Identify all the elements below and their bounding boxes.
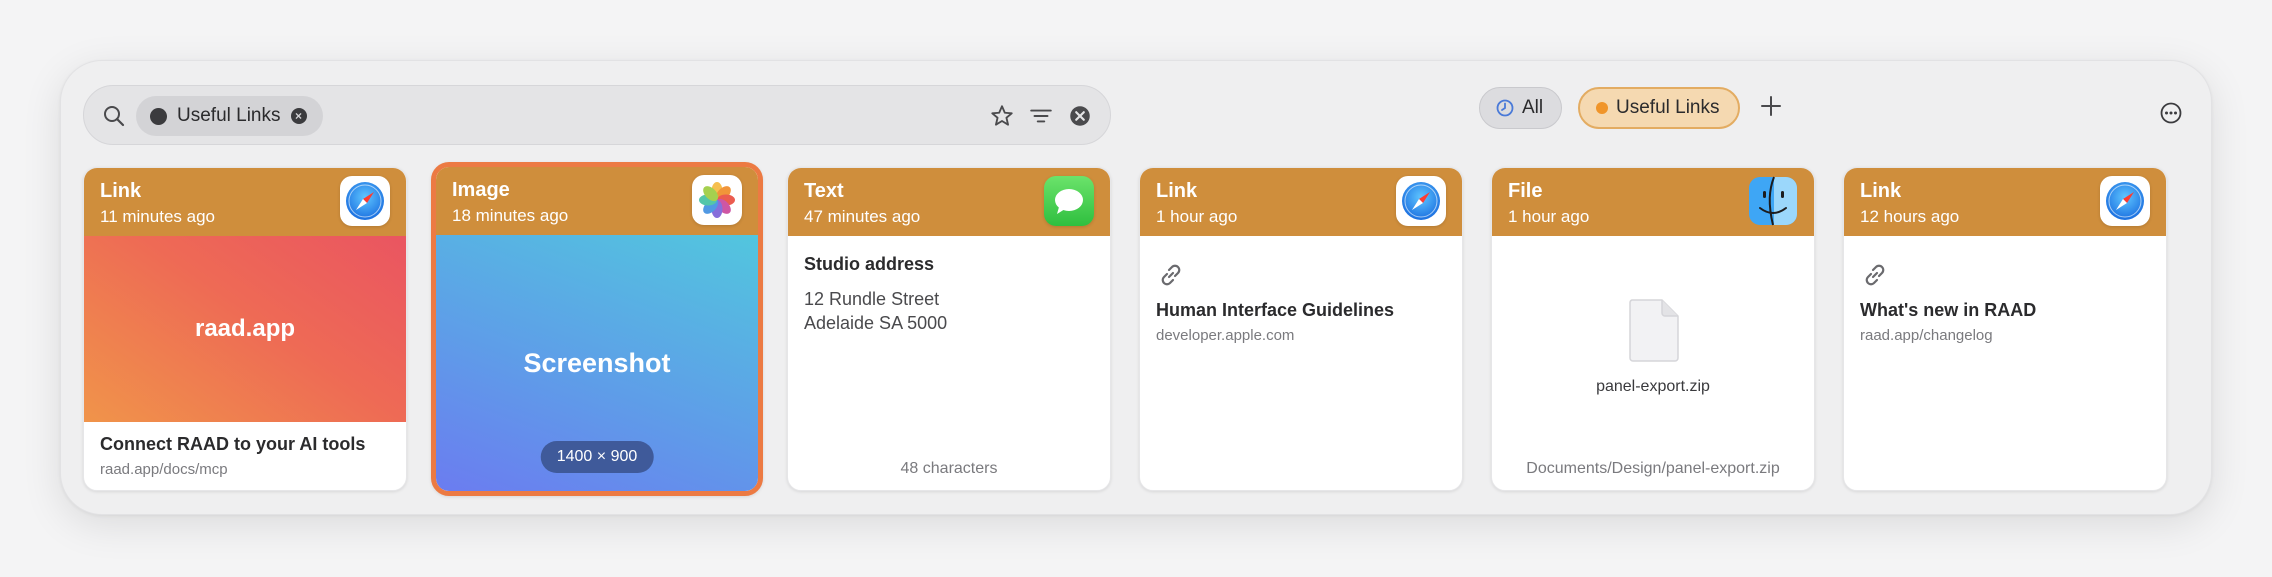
text-body: Studio address 12 Rundle Street Adelaide…: [788, 236, 1110, 490]
file-body: panel-export.zip Documents/Design/panel-…: [1492, 236, 1814, 490]
filter-all-button[interactable]: All: [1479, 87, 1563, 129]
tag-dot-icon: [150, 107, 167, 125]
link-title: What's new in RAAD: [1860, 300, 2037, 320]
photos-icon: [692, 175, 742, 225]
link-body: Human Interface Guidelines developer.app…: [1140, 236, 1462, 490]
filter-all-label: All: [1522, 97, 1544, 118]
clock-icon: [1496, 99, 1514, 117]
link-preview-image: raad.app: [84, 236, 406, 422]
orange-dot-icon: [1596, 102, 1608, 114]
link-icon: [1865, 264, 1885, 286]
filter-icon[interactable]: [1028, 103, 1054, 129]
messages-icon: [1044, 176, 1094, 226]
clipboard-panel: Useful Links × All Useful Links Link 11 …: [60, 60, 2212, 515]
search-icon: [104, 106, 125, 127]
text-line-2: Adelaide SA 5000: [804, 313, 948, 333]
link-preview-text: raad.app: [194, 315, 296, 342]
search-tag-chip[interactable]: Useful Links ×: [136, 96, 323, 136]
card-header: Link 11 minutes ago: [84, 168, 406, 236]
card-footer: Connect RAAD to your AI tools raad.app/d…: [84, 422, 406, 490]
image-dimensions-badge: 1400 × 900: [540, 441, 654, 473]
text-title: Studio address: [804, 254, 935, 274]
add-filter-icon[interactable]: [1757, 92, 1785, 120]
image-preview: Screenshot 1400 × 900: [436, 235, 758, 491]
link-url: raad.app/changelog: [1860, 327, 1993, 344]
document-icon: [1629, 299, 1679, 362]
filter-useful-links-label: Useful Links: [1616, 97, 1720, 118]
clip-card-image[interactable]: Image 18 minutes ago Screenshot 1400 × 9…: [431, 162, 763, 496]
image-preview-text: Screenshot: [523, 347, 671, 378]
card-header: File 1 hour ago: [1492, 168, 1814, 236]
clear-search-icon[interactable]: [1067, 103, 1093, 129]
card-header: Text 47 minutes ago: [788, 168, 1110, 236]
remove-tag-icon[interactable]: ×: [290, 108, 307, 124]
link-body: What's new in RAAD raad.app/changelog: [1844, 236, 2166, 490]
clip-card-link[interactable]: Link 12 hours ago What's new in RAAD raa…: [1843, 167, 2167, 491]
character-count: 48 characters: [900, 460, 998, 477]
link-url: developer.apple.com: [1156, 327, 1295, 344]
star-icon[interactable]: [989, 103, 1015, 129]
clip-card-link[interactable]: Link 1 hour ago Human Interface Guidelin…: [1139, 167, 1463, 491]
card-header: Image 18 minutes ago: [436, 167, 758, 235]
safari-icon: [2100, 176, 2150, 226]
text-line-1: 12 Rundle Street: [804, 289, 940, 309]
clip-card-link[interactable]: Link 11 minutes ago raad.app Connect RAA…: [83, 167, 407, 491]
filter-useful-links-button[interactable]: Useful Links: [1578, 87, 1740, 129]
safari-icon: [340, 176, 390, 226]
file-name: panel-export.zip: [1596, 378, 1710, 395]
more-options-icon[interactable]: [2159, 101, 2183, 125]
link-icon: [1161, 264, 1181, 286]
file-path: Documents/Design/panel-export.zip: [1526, 460, 1780, 477]
search-bar[interactable]: Useful Links ×: [83, 85, 1111, 145]
clip-card-file[interactable]: File 1 hour ago panel-export.zip Documen…: [1491, 167, 1815, 491]
safari-icon: [1396, 176, 1446, 226]
search-tag-label: Useful Links: [177, 105, 281, 126]
clip-card-text[interactable]: Text 47 minutes ago Studio address 12 Ru…: [787, 167, 1111, 491]
card-header: Link 1 hour ago: [1140, 168, 1462, 236]
link-title: Connect RAAD to your AI tools: [100, 434, 366, 454]
link-url: raad.app/docs/mcp: [100, 461, 228, 478]
card-header: Link 12 hours ago: [1844, 168, 2166, 236]
link-title: Human Interface Guidelines: [1156, 300, 1395, 320]
finder-icon: [1748, 176, 1798, 226]
